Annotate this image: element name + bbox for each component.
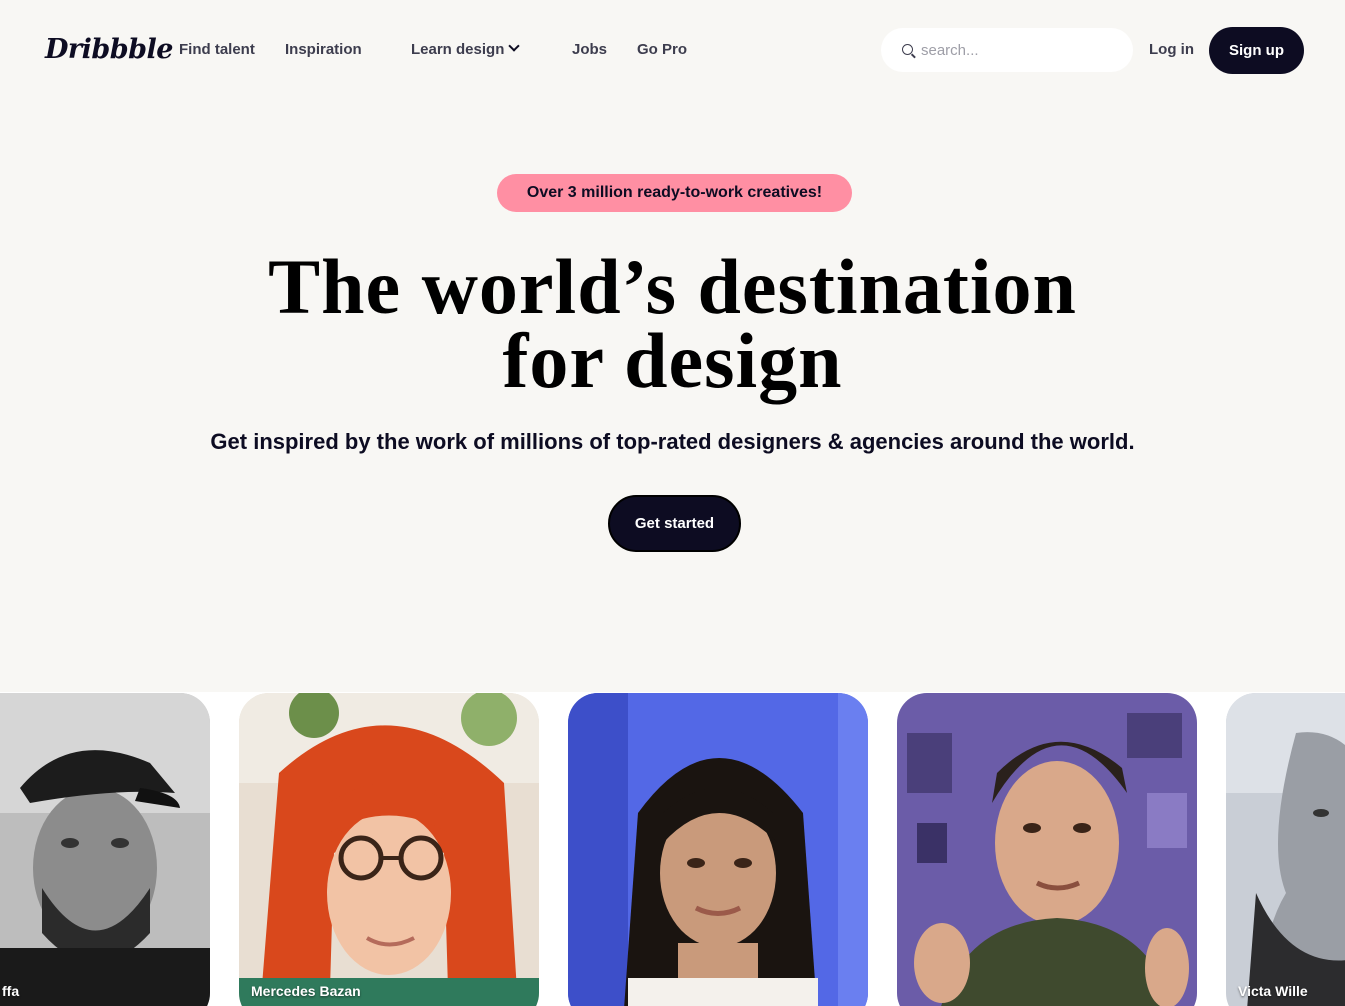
search-input[interactable] xyxy=(921,40,1111,60)
nav-jobs-label: Jobs xyxy=(572,41,608,58)
designer-card[interactable] xyxy=(897,693,1197,1006)
nav-learn-design-label: Learn design xyxy=(411,41,505,58)
hero-headline: The world’s destination for design xyxy=(0,248,1345,400)
nav-inspiration-label: Inspiration xyxy=(285,41,362,58)
nav-learn-design[interactable]: Learn design xyxy=(411,40,521,60)
designer-cards-strip: ffa Mercedes Bazan Victa Wille xyxy=(0,692,1345,1006)
hero-subheading: Get inspired by the work of millions of … xyxy=(210,429,1135,454)
designer-name: ffa xyxy=(2,983,20,999)
dribbble-logo[interactable]: Dribbble xyxy=(45,30,173,70)
creatives-badge: Over 3 million ready-to-work creatives! xyxy=(497,174,852,212)
designer-portrait-image xyxy=(0,693,210,1006)
nav-find-talent[interactable]: Find talent xyxy=(179,40,255,60)
designer-portrait-image xyxy=(568,693,868,1006)
get-started-button[interactable]: Get started xyxy=(608,495,741,552)
nav-jobs[interactable]: Jobs xyxy=(572,40,607,60)
designer-card[interactable] xyxy=(568,693,868,1006)
nav-find-talent-label: Find talent xyxy=(179,41,255,58)
chevron-down-icon xyxy=(508,40,521,52)
site-header: Dribbble Find talent Inspiration Learn d… xyxy=(0,0,1345,100)
designer-portrait-image xyxy=(1226,693,1345,1006)
designer-card[interactable]: Mercedes Bazan xyxy=(239,693,539,1006)
nav-go-pro[interactable]: Go Pro xyxy=(637,40,687,60)
search-box[interactable] xyxy=(881,28,1133,72)
hero-headline-line-2: for design xyxy=(502,317,843,404)
designer-card[interactable]: ffa xyxy=(0,693,210,1006)
nav-go-pro-label: Go Pro xyxy=(637,41,688,58)
login-link[interactable]: Log in xyxy=(1149,40,1194,60)
designer-name: Victa Wille xyxy=(1238,983,1308,999)
signup-button[interactable]: Sign up xyxy=(1209,27,1304,74)
designer-card[interactable]: Victa Wille xyxy=(1226,693,1345,1006)
designer-portrait-image xyxy=(897,693,1197,1006)
designer-name: Mercedes Bazan xyxy=(251,983,361,999)
search-icon xyxy=(902,44,913,55)
designer-portrait-image xyxy=(239,693,539,1006)
nav-inspiration[interactable]: Inspiration xyxy=(285,40,362,60)
